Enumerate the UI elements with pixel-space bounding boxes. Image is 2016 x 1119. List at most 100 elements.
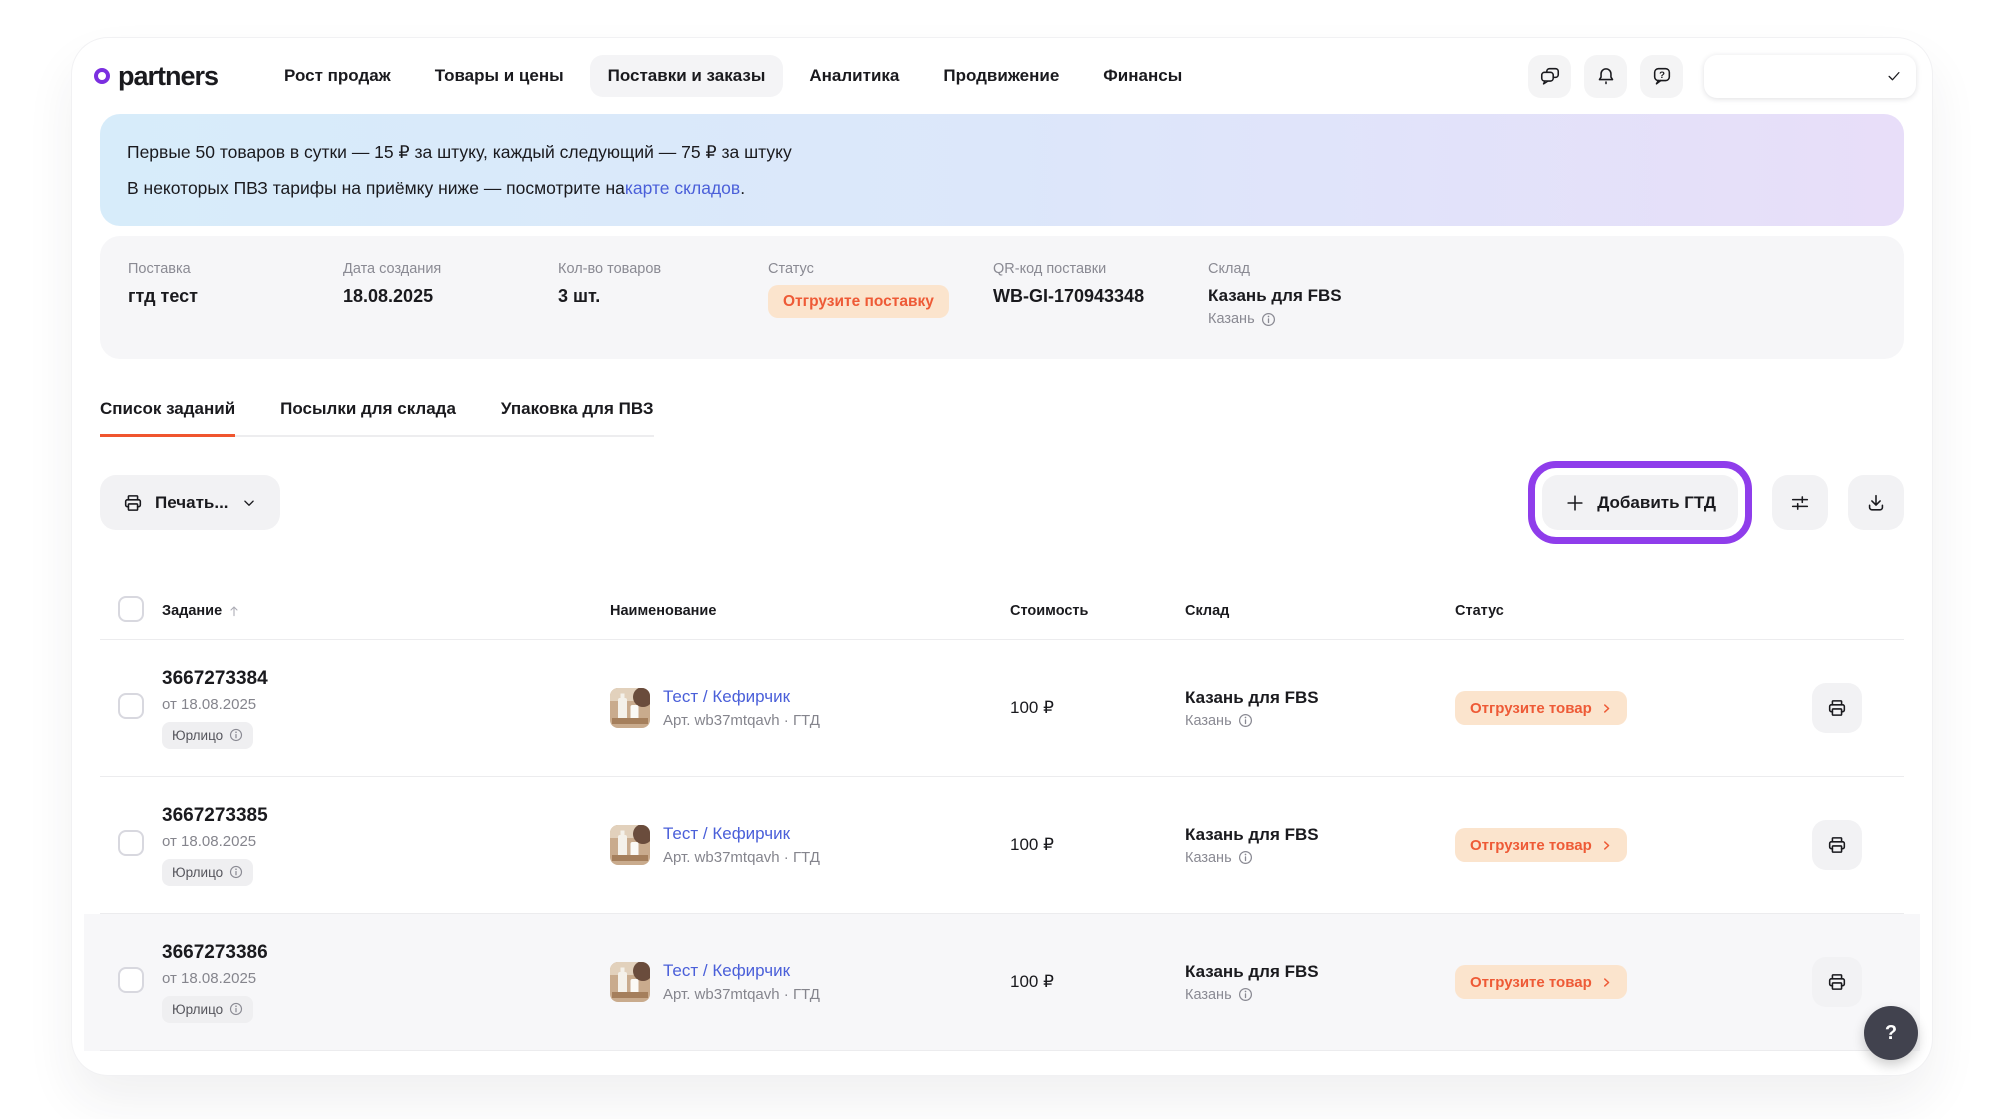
product-sku: Арт. wb37mtqavh · ГТД [663, 986, 820, 1003]
product-thumbnail[interactable] [610, 688, 650, 728]
warehouse-city: Казань [1208, 311, 1342, 327]
sliders-icon [1789, 492, 1811, 514]
notifications-button[interactable] [1584, 55, 1627, 98]
account-selector[interactable] [1704, 55, 1916, 98]
download-icon [1865, 492, 1887, 514]
tab-pvz-packaging[interactable]: Упаковка для ПВЗ [501, 399, 654, 435]
task-date: от 18.08.2025 [162, 833, 610, 850]
print-row-button[interactable] [1812, 957, 1862, 1007]
print-row-button[interactable] [1812, 683, 1862, 733]
nav-item-supplies-orders[interactable]: Поставки и заказы [590, 55, 784, 97]
nav-item-analytics[interactable]: Аналитика [791, 55, 917, 97]
warehouse-city: Казань [1185, 850, 1455, 866]
download-button[interactable] [1848, 475, 1904, 530]
column-warehouse: Склад [1185, 603, 1455, 619]
row-checkbox[interactable] [118, 967, 144, 993]
column-task-sort[interactable]: Задание [162, 603, 610, 619]
product-link[interactable]: Тест / Кефирчик [663, 961, 790, 980]
info-icon[interactable] [1238, 987, 1253, 1002]
supply-field-status: Статус Отгрузите поставку [768, 261, 993, 359]
messages-button[interactable] [1528, 55, 1571, 98]
task-id: 3667273385 [162, 805, 610, 827]
supply-field-quantity: Кол-во товаров 3 шт. [558, 261, 768, 359]
info-icon[interactable] [229, 1002, 243, 1016]
add-gtd-button[interactable]: Добавить ГТД [1542, 475, 1738, 530]
column-price: Стоимость [1010, 603, 1185, 619]
tariff-banner-line2: В некоторых ПВЗ тарифы на приёмку ниже —… [127, 170, 1877, 206]
top-navigation-bar: partners Рост продаж Товары и цены Поста… [72, 38, 1932, 106]
product-sku: Арт. wb37mtqavh · ГТД [663, 712, 820, 729]
warehouse-name: Казань для FBS [1185, 825, 1455, 845]
chevron-down-icon [240, 494, 258, 512]
tariff-banner-line1: Первые 50 товаров в сутки — 15 ₽ за штук… [127, 134, 1877, 170]
supply-field-created: Дата создания 18.08.2025 [343, 261, 558, 359]
product-link[interactable]: Тест / Кефирчик [663, 824, 790, 843]
chevron-right-icon [1601, 703, 1612, 714]
status-badge[interactable]: Отгрузите товар [1455, 691, 1627, 725]
entity-badge: Юрлицо [162, 859, 253, 886]
warehouse-name: Казань для FBS [1185, 688, 1455, 708]
tab-warehouse-parcels[interactable]: Посылки для склада [280, 399, 456, 435]
info-icon[interactable] [229, 865, 243, 879]
warehouse-map-link[interactable]: карте складов [625, 178, 740, 199]
topbar-actions [1528, 55, 1916, 98]
tariff-banner-line2-text: В некоторых ПВЗ тарифы на приёмку ниже —… [127, 178, 625, 199]
printer-icon [1826, 971, 1848, 993]
info-icon[interactable] [229, 728, 243, 742]
tab-task-list[interactable]: Список заданий [100, 399, 235, 437]
info-icon[interactable] [1238, 850, 1253, 865]
filter-settings-button[interactable] [1772, 475, 1828, 530]
status-badge[interactable]: Отгрузите товар [1455, 828, 1627, 862]
section-tabs: Список заданий Посылки для склада Упаков… [100, 399, 654, 437]
info-icon[interactable] [1261, 312, 1276, 327]
select-all-checkbox[interactable] [118, 596, 144, 622]
row-checkbox[interactable] [118, 830, 144, 856]
price: 100 ₽ [1010, 835, 1185, 855]
nav-item-promotion[interactable]: Продвижение [925, 55, 1077, 97]
print-row-button[interactable] [1812, 820, 1862, 870]
price: 100 ₽ [1010, 972, 1185, 992]
brand-logo[interactable]: partners [94, 61, 218, 92]
column-status: Статус [1455, 603, 1760, 619]
chevron-right-icon [1601, 977, 1612, 988]
main-card: partners Рост продаж Товары и цены Поста… [72, 38, 1932, 1075]
product-thumbnail[interactable] [610, 825, 650, 865]
warehouse-name: Казань для FBS [1185, 962, 1455, 982]
product-thumbnail[interactable] [610, 962, 650, 1002]
entity-badge: Юрлицо [162, 722, 253, 749]
entity-badge: Юрлицо [162, 996, 253, 1023]
printer-icon [1826, 697, 1848, 719]
price: 100 ₽ [1010, 698, 1185, 718]
toolbar-right: Добавить ГТД [1528, 461, 1904, 544]
support-fab[interactable]: ? [1864, 1006, 1918, 1060]
plus-icon [1564, 492, 1586, 514]
product-link[interactable]: Тест / Кефирчик [663, 687, 790, 706]
table-row: 3667273385 от 18.08.2025 Юрлицо Тест / К… [100, 777, 1904, 914]
annotation-highlight: Добавить ГТД [1528, 461, 1752, 544]
info-icon[interactable] [1238, 713, 1253, 728]
task-date: от 18.08.2025 [162, 696, 610, 713]
help-button[interactable] [1640, 55, 1683, 98]
check-icon [1885, 67, 1903, 85]
bell-icon [1595, 65, 1617, 87]
warehouse-city: Казань [1185, 987, 1455, 1003]
supply-info-panel: Поставка гтд тест Дата создания 18.08.20… [100, 236, 1904, 359]
product-sku: Арт. wb37mtqavh · ГТД [663, 849, 820, 866]
supply-field-qr: QR-код поставки WB-GI-170943348 [993, 261, 1208, 359]
printer-icon [122, 492, 144, 514]
chat-icon [1539, 65, 1561, 87]
nav-item-finance[interactable]: Финансы [1085, 55, 1200, 97]
table-row: 3667273386 от 18.08.2025 Юрлицо Тест / К… [100, 914, 1904, 1051]
warehouse-city: Казань [1185, 713, 1455, 729]
status-badge[interactable]: Отгрузите товар [1455, 965, 1627, 999]
print-button[interactable]: Печать... [100, 475, 280, 530]
table-row: 3667273384 от 18.08.2025 Юрлицо Тест / К… [100, 640, 1904, 777]
toolbar: Печать... Добавить ГТД [100, 461, 1904, 544]
brand-logo-icon [94, 68, 110, 84]
task-id: 3667273386 [162, 942, 610, 964]
nav-item-sales-growth[interactable]: Рост продаж [266, 55, 409, 97]
main-nav: Рост продаж Товары и цены Поставки и зак… [266, 55, 1200, 97]
row-checkbox[interactable] [118, 693, 144, 719]
table-header: Задание Наименование Стоимость Склад Ста… [100, 582, 1904, 640]
nav-item-goods-prices[interactable]: Товары и цены [417, 55, 582, 97]
